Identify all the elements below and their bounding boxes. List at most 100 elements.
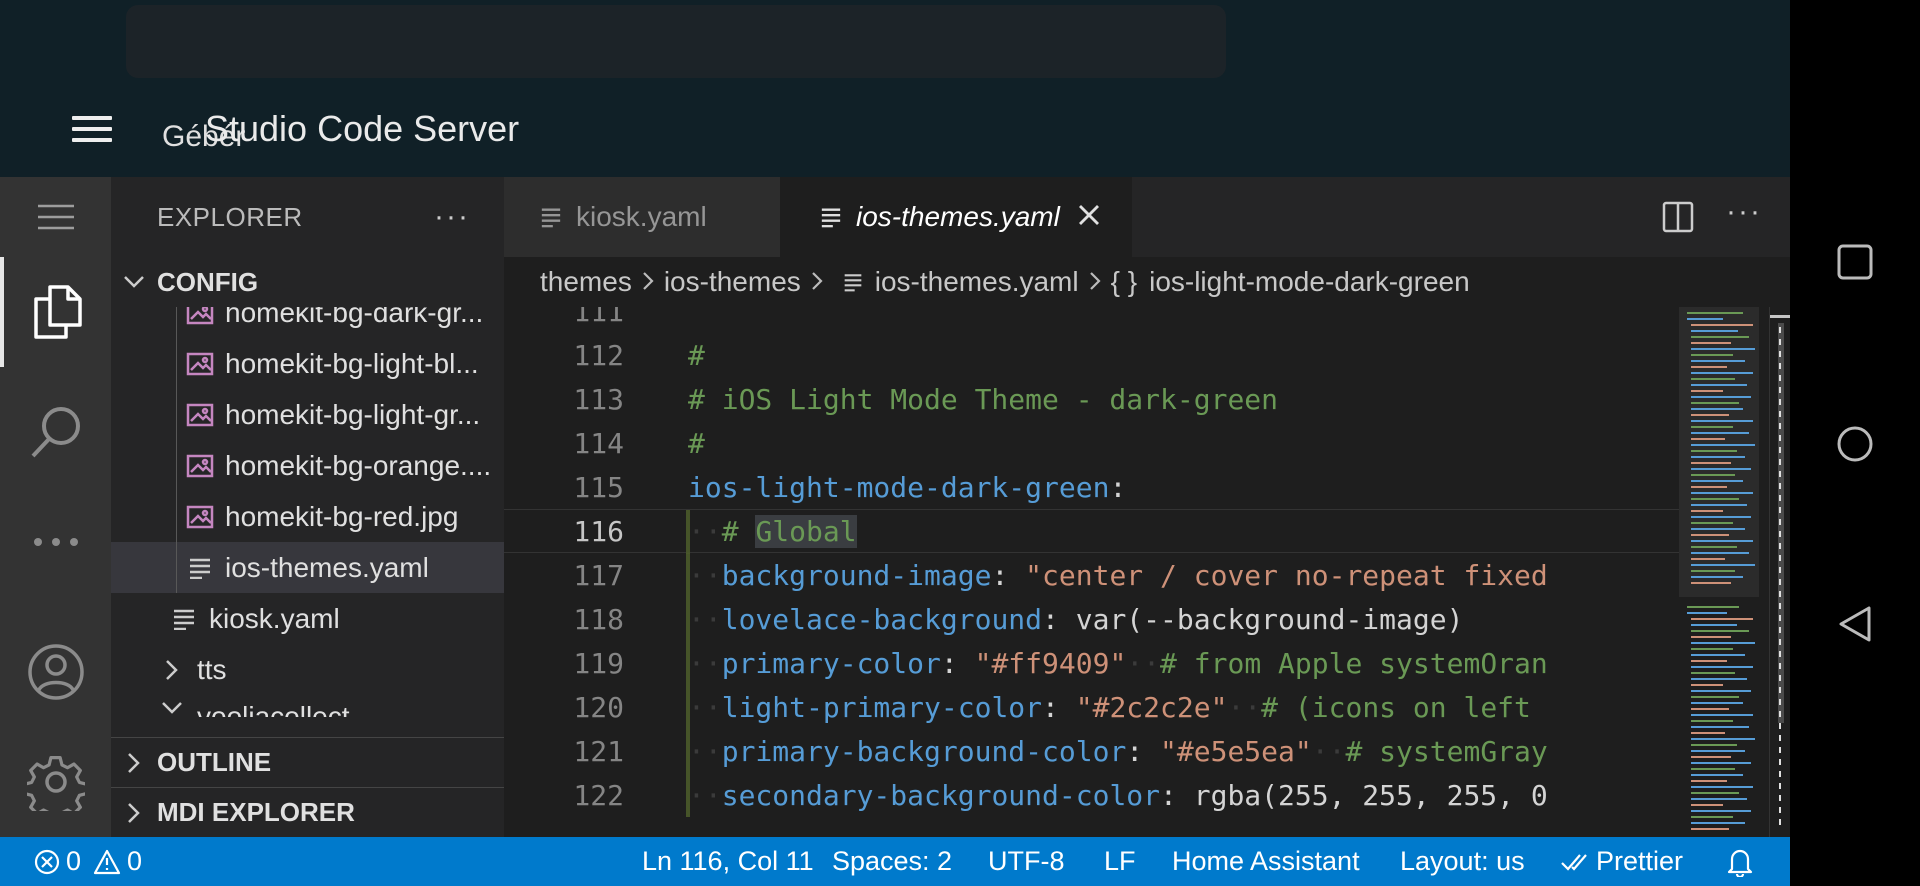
text-file-icon <box>183 557 217 579</box>
chevron-down-icon <box>111 275 157 289</box>
split-editor-icon[interactable] <box>1662 201 1694 238</box>
breadcrumb: themes ios-themes ios-themes.yaml { } io… <box>504 257 1790 307</box>
code-comment: # from Apple systemOran <box>1160 646 1548 680</box>
tree-item-label: ios-themes.yaml <box>225 551 429 583</box>
breadcrumb-item[interactable]: ios-themes.yaml <box>875 266 1079 298</box>
page-title: Studio Code Server <box>205 108 520 149</box>
image-file-icon <box>183 505 217 529</box>
image-file-icon <box>183 403 217 427</box>
code-separator: : <box>991 558 1026 592</box>
tree-file-item[interactable]: homekit-bg-light-bl... <box>111 338 504 389</box>
breadcrumb-item[interactable]: ios-light-mode-dark-green <box>1149 266 1470 298</box>
problems-indicator[interactable]: 0 0 <box>34 837 142 886</box>
ha-search-bar[interactable] <box>126 5 1226 78</box>
text-file-icon <box>167 608 201 630</box>
whitespace-dots: ·· <box>1311 734 1346 768</box>
code-key: background-image <box>721 558 992 592</box>
code-separator: : <box>1109 470 1127 504</box>
recents-square-icon[interactable] <box>1825 232 1885 292</box>
tree-folder-item[interactable]: tts <box>111 644 504 695</box>
code-key: secondary-background-color <box>721 778 1161 812</box>
cursor-position[interactable]: Ln 116, Col 11 <box>642 837 814 886</box>
menu-icon[interactable] <box>0 177 111 257</box>
code-line: 122 ··secondary-background-color: rgba(2… <box>504 773 1679 817</box>
code-line: 111 <box>504 307 1679 333</box>
tree-item-label: homekit-bg-red.jpg <box>225 500 459 532</box>
notifications-bell-icon[interactable] <box>1726 837 1754 886</box>
home-circle-icon[interactable] <box>1825 414 1885 474</box>
indentation-setting[interactable]: Spaces: 2 <box>832 837 952 886</box>
line-number: 113 <box>573 382 624 416</box>
tab-kiosk-yaml[interactable]: kiosk.yaml <box>504 177 780 257</box>
line-number: 122 <box>573 778 624 812</box>
code-value: var(--background-image) <box>1075 602 1464 636</box>
whitespace-dots: ·· <box>688 558 722 592</box>
tree-file-item[interactable]: homekit-bg-red.jpg <box>111 491 504 542</box>
breadcrumb-item[interactable]: themes <box>540 266 632 298</box>
tree-item-label: homekit-bg-dark-gr... <box>225 307 484 328</box>
search-icon[interactable] <box>0 377 111 487</box>
whitespace-dots: ·· <box>688 734 722 768</box>
whitespace-dots: ·· <box>688 646 722 680</box>
code-key: light-primary-color <box>721 690 1043 724</box>
editor-group: kiosk.yaml ios-themes.yaml ··· themes io… <box>504 177 1790 837</box>
text-file-icon <box>540 206 562 228</box>
tab-ios-themes-yaml[interactable]: ios-themes.yaml <box>780 177 1132 257</box>
code-key: primary-color <box>721 646 941 680</box>
chevron-right-icon <box>642 266 654 298</box>
close-tab-icon[interactable] <box>1078 201 1100 233</box>
code-line: 115 ios-light-mode-dark-green: <box>504 465 1679 509</box>
tree-folder-item[interactable]: vooliacollect <box>111 695 504 717</box>
eol-setting[interactable]: LF <box>1104 837 1136 886</box>
encoding-setting[interactable]: UTF-8 <box>988 837 1065 886</box>
code-editor[interactable]: 111 112 # 113 # iOS Light Mode Theme - d… <box>504 307 1679 837</box>
explorer-files-icon[interactable] <box>0 257 111 367</box>
tree-file-item-selected[interactable]: ios-themes.yaml <box>111 542 504 593</box>
whitespace-dots: ·· <box>688 514 722 548</box>
account-icon[interactable] <box>0 617 111 727</box>
more-views-icon[interactable] <box>0 487 111 597</box>
file-tree: homekit-bg-dark-gr... homekit-bg-light-b… <box>111 307 504 717</box>
tree-file-item[interactable]: kiosk.yaml <box>111 593 504 644</box>
config-section-label: CONFIG <box>157 266 259 297</box>
outline-section-header[interactable]: OUTLINE <box>111 737 504 787</box>
settings-gear-icon[interactable] <box>0 727 111 837</box>
code-separator: : <box>1126 734 1161 768</box>
tab-bar: kiosk.yaml ios-themes.yaml ··· <box>504 177 1790 257</box>
highlighted-word: Global <box>755 514 857 548</box>
code-line: 112 # <box>504 333 1679 377</box>
code-key: primary-background-color <box>721 734 1127 768</box>
prettier-label: Prettier <box>1596 846 1684 876</box>
tree-item-label: vooliacollect <box>197 701 350 717</box>
language-mode[interactable]: Home Assistant <box>1172 837 1360 886</box>
back-triangle-icon[interactable] <box>1825 594 1885 654</box>
tree-file-item[interactable]: homekit-bg-orange.... <box>111 440 504 491</box>
hamburger-menu-icon[interactable] <box>72 116 112 148</box>
tree-file-item[interactable]: homekit-bg-dark-gr... <box>111 307 504 338</box>
line-number: 118 <box>573 602 624 636</box>
whitespace-dots: ·· <box>1126 646 1161 680</box>
mdi-explorer-section-header[interactable]: MDI EXPLORER <box>111 787 504 837</box>
minimap[interactable] <box>1679 307 1769 837</box>
prettier-status[interactable]: Prettier <box>1560 837 1683 886</box>
whitespace-dots: ·· <box>1227 690 1262 724</box>
tree-file-item[interactable]: homekit-bg-light-gr... <box>111 389 504 440</box>
tree-item-label: kiosk.yaml <box>209 602 340 634</box>
keyboard-layout[interactable]: Layout: us <box>1400 837 1525 886</box>
code-line: 120 ··light-primary-color: "#2c2c2e"··# … <box>504 685 1679 729</box>
more-actions-icon[interactable]: ··· <box>1726 195 1762 229</box>
explorer-more-icon[interactable]: ··· <box>434 200 470 234</box>
mdi-explorer-section-label: MDI EXPLORER <box>157 797 355 827</box>
config-section-header[interactable]: CONFIG <box>111 257 504 307</box>
code-separator: : <box>1042 690 1076 724</box>
code-comment: # <box>688 426 705 460</box>
tab-label: kiosk.yaml <box>576 201 707 232</box>
code-key: lovelace-background <box>721 602 1043 636</box>
breadcrumb-item[interactable]: ios-themes <box>664 266 801 298</box>
code-line: 118 ··lovelace-background: var(--backgro… <box>504 597 1679 641</box>
chevron-right-icon <box>155 659 189 681</box>
status-bar: 0 0 Ln 116, Col 11 Spaces: 2 UTF-8 LF Ho… <box>0 837 1790 886</box>
warning-count: 0 <box>127 846 143 876</box>
code-comment: # systemGray <box>1345 734 1548 768</box>
vertical-scrollbar[interactable] <box>1769 307 1790 837</box>
